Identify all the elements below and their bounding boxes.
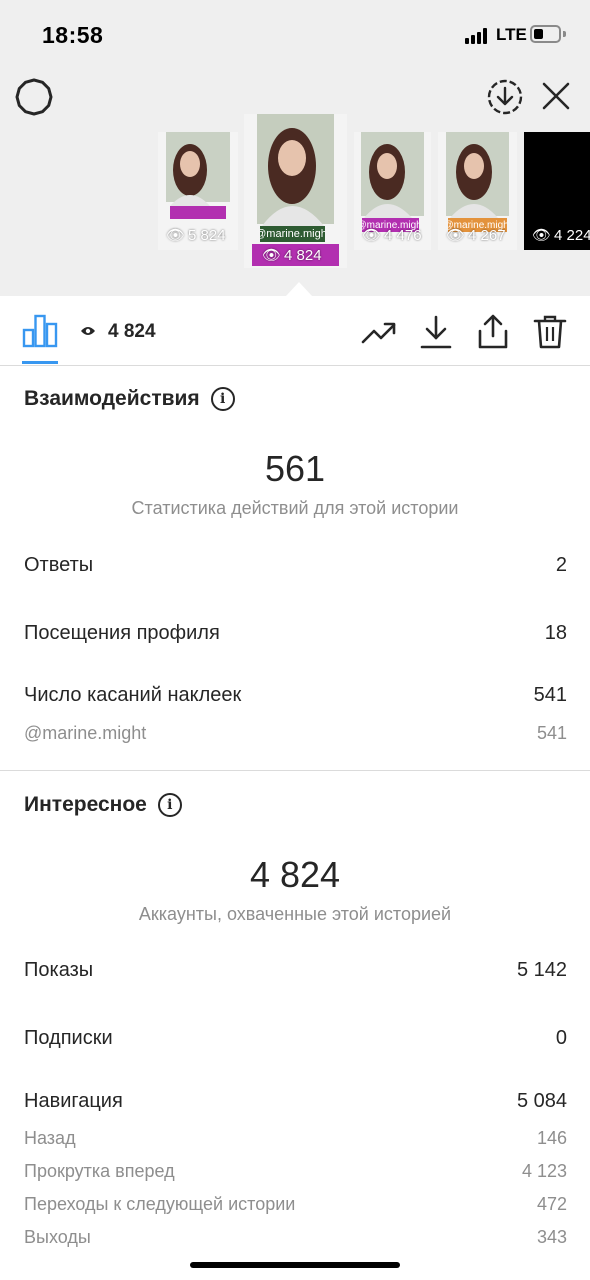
share-icon[interactable] — [475, 314, 511, 350]
network-label: LTE — [496, 25, 527, 44]
trash-icon[interactable] — [532, 314, 568, 350]
eye-icon: 👁 — [362, 227, 382, 244]
signal-icon — [465, 28, 491, 44]
mention-sticker: @marine.might — [260, 226, 325, 242]
story-thumbnail[interactable]: @marine.might 👁 4 476 — [354, 132, 431, 250]
story-thumbnail[interactable]: 👁 4 224 — [524, 132, 590, 250]
thumbnail-views: 👁 4 824 — [262, 246, 322, 265]
close-icon[interactable] — [538, 78, 574, 114]
discovery-heading: Интересное i — [24, 793, 182, 817]
stat-row-navigation: Навигация 5 084 — [24, 1090, 567, 1112]
eye-icon: 👁 — [262, 247, 282, 264]
story-thumbnail[interactable]: 👁 5 824 — [158, 132, 238, 250]
bar-chart-icon[interactable] — [22, 314, 58, 348]
thumbnail-views: 👁 4 224 — [532, 226, 590, 245]
info-icon[interactable]: i — [157, 793, 182, 817]
interactions-subtitle: Статистика действий для этой истории — [131, 498, 459, 518]
thumbnail-views: 👁 4 476 — [362, 226, 422, 245]
trending-up-icon[interactable] — [361, 314, 397, 350]
story-thumbnails: 👁 5 824 @marine.might 👁 4 824 — [0, 112, 590, 272]
story-preview-area: 18:58 LTE 👁 5 824 marine.migh 👁 4 824 ma… — [0, 0, 590, 296]
views-count: 4 824 — [80, 321, 156, 343]
stat-row-follows: Подписки 0 — [24, 1027, 567, 1049]
stat-row-replies: Ответы 2 — [24, 554, 567, 576]
interactions-heading: Взаимодействия i — [24, 387, 235, 411]
stat-row-forward: Прокрутка вперед 4 123 — [24, 1161, 567, 1181]
home-indicator[interactable] — [190, 1262, 400, 1268]
thumbnail-views: 👁 5 824 — [166, 226, 226, 245]
interactions-total: 561 — [264, 448, 326, 489]
stat-row-next-story: Переходы к следующей истории 472 — [24, 1194, 567, 1214]
stat-row-exits: Выходы 343 — [24, 1227, 567, 1247]
eye-icon — [80, 321, 96, 343]
story-thumbnail-selected[interactable]: @marine.might 👁 4 824 — [244, 114, 347, 268]
section-divider — [0, 770, 590, 771]
battery-icon — [530, 25, 561, 43]
stat-row-sticker-taps: Число касаний наклеек 541 — [24, 684, 567, 706]
selected-caret — [286, 282, 312, 296]
story-thumbnail[interactable]: @marine.might 👁 4 267 — [438, 132, 517, 250]
eye-icon: 👁 — [532, 227, 552, 244]
insights-toolbar: 4 824 — [0, 296, 590, 366]
eye-icon: 👁 — [166, 227, 186, 244]
thumbnail-views: 👁 4 267 — [446, 226, 506, 245]
stat-row-mention: @marine.might 541 — [24, 723, 567, 743]
gear-icon[interactable] — [14, 77, 54, 117]
status-time: 18:58 — [42, 22, 104, 48]
stat-row-impressions: Показы 5 142 — [24, 959, 567, 981]
eye-icon: 👁 — [446, 227, 466, 244]
info-icon[interactable]: i — [210, 387, 235, 411]
download-circle-icon[interactable] — [485, 77, 525, 117]
status-bar: 18:58 LTE — [0, 0, 590, 70]
discovery-subtitle: Аккаунты, охваченные этой историей — [138, 904, 452, 924]
download-icon[interactable] — [418, 314, 454, 350]
stat-row-back: Назад 146 — [24, 1128, 567, 1148]
stat-row-profile-visits: Посещения профиля 18 — [24, 622, 567, 644]
active-tab-indicator — [22, 361, 58, 364]
discovery-total: 4 824 — [249, 854, 341, 895]
